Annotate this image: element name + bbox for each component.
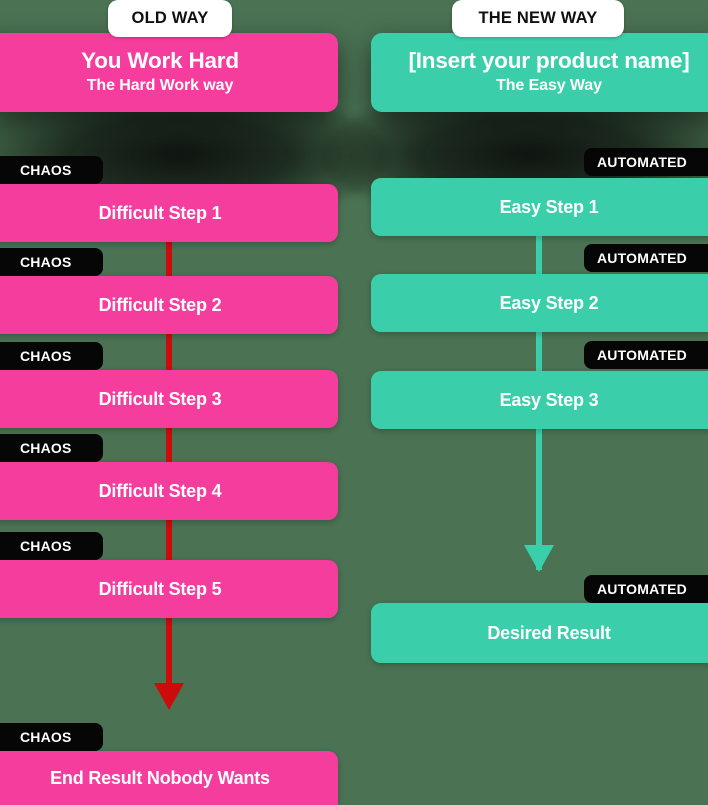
badge-chaos-2-label: CHAOS: [20, 254, 72, 270]
badge-chaos-5-label: CHAOS: [20, 538, 72, 554]
tab-old-way[interactable]: OLD WAY: [108, 0, 232, 37]
new-way-step-2[interactable]: Easy Step 2: [371, 274, 708, 332]
old-way-connector-line: [166, 186, 172, 702]
badge-automated-1: AUTOMATED: [584, 148, 708, 176]
old-way-step-1-label: Difficult Step 1: [98, 202, 222, 223]
new-way-step-3-label: Easy Step 3: [499, 389, 599, 410]
badge-chaos-2: CHAOS: [0, 248, 103, 276]
badge-chaos-1: CHAOS: [0, 156, 103, 184]
tab-new-way-label: THE NEW WAY: [478, 9, 598, 27]
old-way-header-subtitle: The Hard Work way: [86, 76, 234, 94]
badge-chaos-5: CHAOS: [0, 532, 103, 560]
old-way-result-card[interactable]: End Result Nobody Wants: [0, 751, 338, 805]
old-way-step-5-label: Difficult Step 5: [98, 578, 222, 599]
tab-new-way[interactable]: THE NEW WAY: [452, 0, 624, 37]
old-way-arrow-head: [154, 683, 184, 710]
new-way-header-subtitle: The Easy Way: [496, 76, 602, 94]
badge-chaos-result-label: CHAOS: [20, 729, 72, 745]
old-way-header-title: You Work Hard: [81, 48, 239, 74]
new-way-header-title: [Insert your product name]: [408, 48, 690, 74]
new-way-result-label: Desired Result: [487, 622, 611, 643]
badge-chaos-3: CHAOS: [0, 342, 103, 370]
old-way-result-label: End Result Nobody Wants: [50, 767, 270, 788]
old-way-step-3-label: Difficult Step 3: [98, 388, 222, 409]
new-way-arrow-head: [524, 545, 554, 572]
new-way-result-card[interactable]: Desired Result: [371, 603, 708, 663]
old-way-step-5[interactable]: Difficult Step 5: [0, 560, 338, 618]
old-way-step-3[interactable]: Difficult Step 3: [0, 370, 338, 428]
new-way-step-1[interactable]: Easy Step 1: [371, 178, 708, 236]
old-way-step-2[interactable]: Difficult Step 2: [0, 276, 338, 334]
badge-automated-result: AUTOMATED: [584, 575, 708, 603]
new-way-step-3[interactable]: Easy Step 3: [371, 371, 708, 429]
badge-chaos-4: CHAOS: [0, 434, 103, 462]
badge-automated-3: AUTOMATED: [584, 341, 708, 369]
badge-automated-3-label: AUTOMATED: [597, 347, 687, 363]
badge-chaos-4-label: CHAOS: [20, 440, 72, 456]
badge-chaos-result: CHAOS: [0, 723, 103, 751]
badge-chaos-1-label: CHAOS: [20, 162, 72, 178]
new-way-header-card: [Insert your product name] The Easy Way: [371, 33, 708, 112]
comparison-diagram-canvas: OLD WAY You Work Hard The Hard Work way …: [0, 0, 708, 805]
new-way-step-1-label: Easy Step 1: [499, 196, 599, 217]
badge-automated-2-label: AUTOMATED: [597, 250, 687, 266]
badge-chaos-3-label: CHAOS: [20, 348, 72, 364]
badge-automated-1-label: AUTOMATED: [597, 154, 687, 170]
tab-old-way-label: OLD WAY: [131, 9, 209, 27]
old-way-step-4[interactable]: Difficult Step 4: [0, 462, 338, 520]
old-way-step-2-label: Difficult Step 2: [98, 294, 222, 315]
old-way-header-card: You Work Hard The Hard Work way: [0, 33, 338, 112]
old-way-step-4-label: Difficult Step 4: [98, 480, 222, 501]
badge-automated-2: AUTOMATED: [584, 244, 708, 272]
badge-automated-result-label: AUTOMATED: [597, 581, 687, 597]
new-way-step-2-label: Easy Step 2: [499, 292, 599, 313]
old-way-step-1[interactable]: Difficult Step 1: [0, 184, 338, 242]
